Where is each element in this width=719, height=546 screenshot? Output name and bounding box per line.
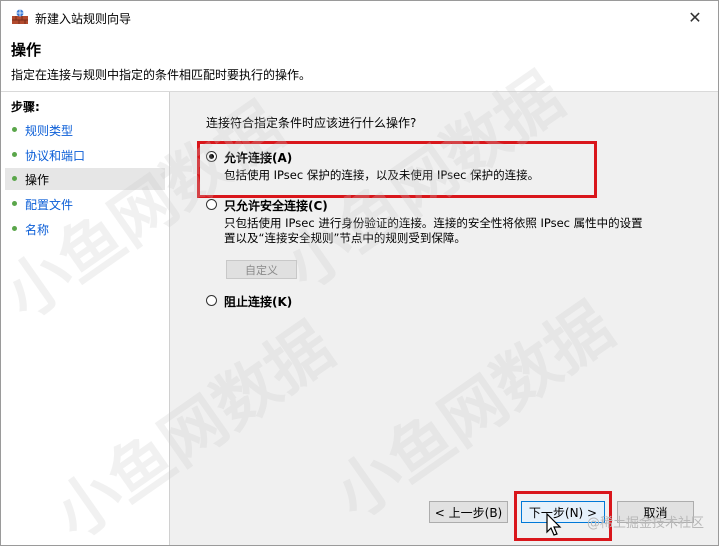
sidebar-item-rule-type[interactable]: 规则类型: [5, 119, 165, 141]
customize-button[interactable]: 自定义: [226, 260, 297, 279]
sidebar-item-label: 名称: [25, 223, 50, 237]
secure-connection-desc-line2: 置以及“连接安全规则”节点中的规则受到保障。: [224, 231, 466, 245]
sidebar-item-action[interactable]: 操作: [5, 168, 165, 190]
sidebar-item-label: 规则类型: [25, 124, 74, 138]
allow-connection-desc: 包括使用 IPsec 保护的连接，以及未使用 IPsec 保护的连接。: [224, 168, 540, 182]
title-bar: 新建入站规则向导 ✕: [1, 1, 718, 33]
mouse-cursor-icon: [546, 513, 562, 536]
secure-connection-label[interactable]: 只允许安全连接(C): [224, 197, 328, 214]
page-description: 指定在连接与规则中指定的条件相匹配时要执行的操作。: [11, 68, 312, 82]
block-connection-radio[interactable]: [206, 295, 217, 306]
sidebar-item-label: 配置文件: [25, 198, 74, 212]
firewall-icon: [12, 9, 28, 24]
step-bullet-icon: [12, 127, 17, 132]
sidebar-item-label: 协议和端口: [25, 149, 86, 163]
wizard-window: 新建入站规则向导 ✕ 操作 指定在连接与规则中指定的条件相匹配时要执行的操作。 …: [0, 0, 719, 546]
action-question: 连接符合指定条件时应该进行什么操作?: [206, 116, 417, 130]
sidebar-item-name[interactable]: 名称: [5, 218, 165, 240]
block-connection-label[interactable]: 阻止连接(K): [224, 293, 292, 310]
step-bullet-icon: [12, 152, 17, 157]
close-button[interactable]: ✕: [672, 1, 718, 33]
window-title: 新建入站规则向导: [35, 12, 132, 26]
main-panel: 连接符合指定条件时应该进行什么操作? 允许连接(A) 包括使用 IPsec 保护…: [171, 92, 718, 545]
steps-sidebar: 步骤: 规则类型 协议和端口 操作 配置文件 名称: [1, 92, 170, 545]
sidebar-item-label: 操作: [25, 173, 50, 187]
close-icon: ✕: [688, 7, 702, 27]
allow-connection-radio[interactable]: [206, 151, 217, 162]
step-bullet-icon: [12, 226, 17, 231]
sidebar-item-profile[interactable]: 配置文件: [5, 193, 165, 215]
site-watermark: @稀土掘金技术社区: [586, 516, 704, 531]
sidebar-item-protocol-port[interactable]: 协议和端口: [5, 144, 165, 166]
page-title: 操作: [11, 41, 42, 59]
secure-connection-radio[interactable]: [206, 199, 217, 210]
allow-connection-label[interactable]: 允许连接(A): [224, 149, 292, 166]
page-header: 操作 指定在连接与规则中指定的条件相匹配时要执行的操作。: [1, 33, 718, 92]
secure-connection-desc-line1: 只包括使用 IPsec 进行身份验证的连接。连接的安全性将依照 IPsec 属性…: [224, 216, 643, 230]
steps-title: 步骤:: [11, 100, 40, 114]
back-button[interactable]: < 上一步(B): [429, 501, 508, 523]
step-bullet-icon: [12, 201, 17, 206]
step-bullet-icon: [12, 176, 17, 181]
